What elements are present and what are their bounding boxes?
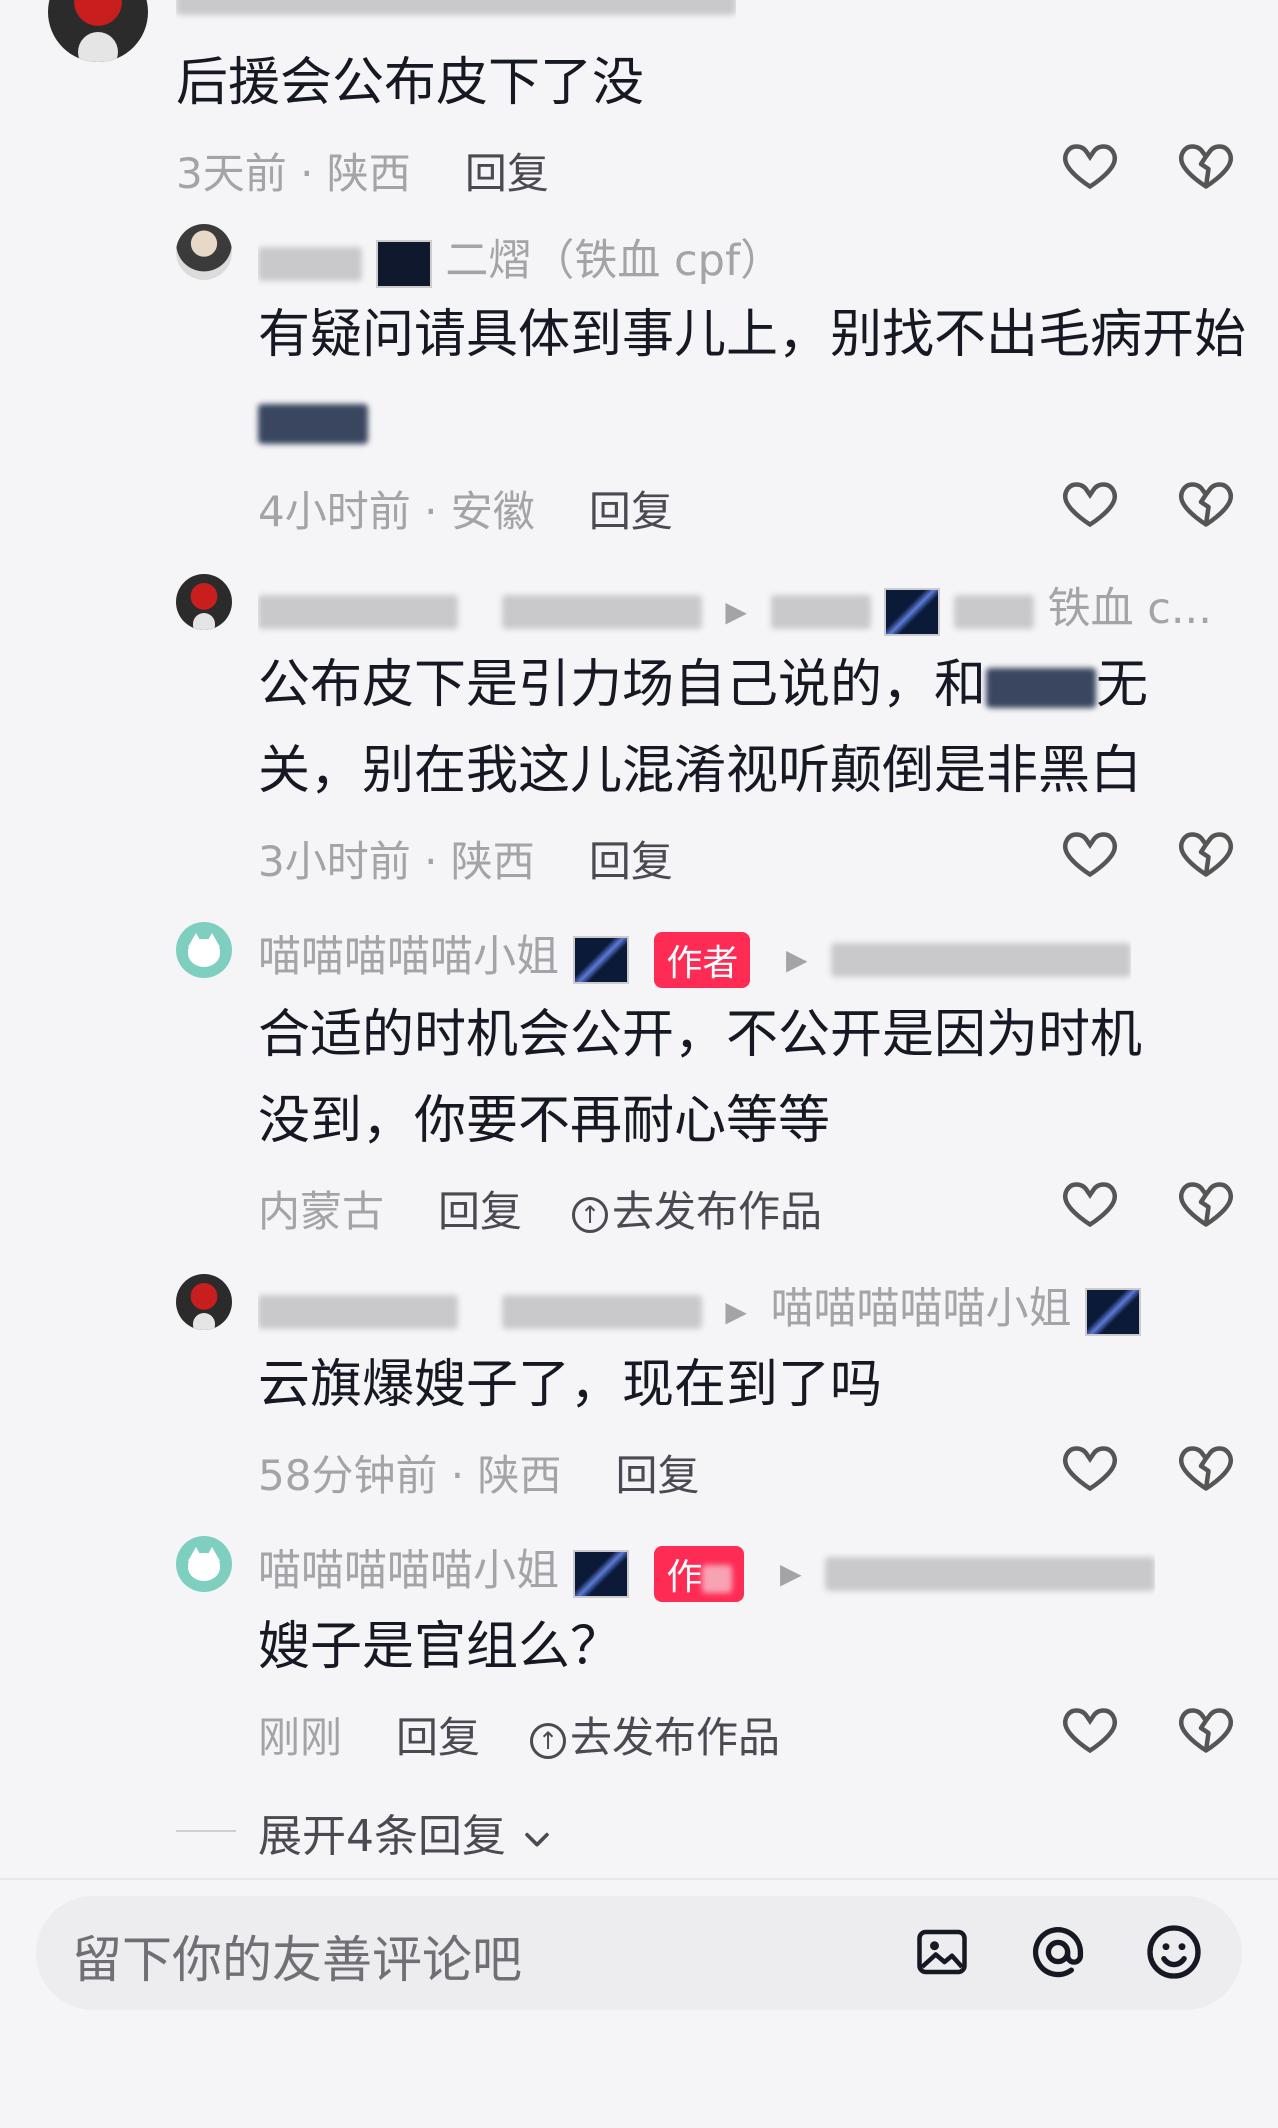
comment-text: 公布皮下是引力场自己说的，和 无 关，别在我这儿混淆视听颠倒是非黑白: [258, 642, 1268, 814]
comment-meta: 3小时前 · 陕西 回复: [258, 828, 673, 889]
expand-replies-label: 展开4条回复: [258, 1811, 506, 1862]
heart-icon[interactable]: [1060, 822, 1120, 882]
reply-button[interactable]: 回复: [438, 1187, 522, 1236]
timestamp: 3天前: [176, 149, 287, 198]
comment-line-2: 关，别在我这儿混淆视听颠倒是非黑白: [258, 741, 1143, 801]
chevron-down-icon: [525, 1832, 549, 1847]
heart-icon[interactable]: [1060, 1436, 1120, 1496]
reply-arrow-icon: ▶: [786, 943, 808, 976]
username[interactable]: 二熠（铁血 cpf）: [258, 226, 783, 288]
username[interactable]: ▶ 喵喵喵喵喵小姐: [258, 1274, 1142, 1336]
broken-heart-icon[interactable]: [1176, 472, 1236, 532]
reply-button[interactable]: 回复: [589, 837, 673, 886]
timestamp: 3小时前: [258, 837, 411, 886]
heart-icon[interactable]: [1060, 134, 1120, 194]
broken-heart-icon[interactable]: [1176, 822, 1236, 882]
comment-meta: 3天前 · 陕西 回复: [176, 140, 549, 201]
broken-heart-icon[interactable]: [1176, 1436, 1236, 1496]
image-icon[interactable]: [912, 1922, 972, 1982]
reply-button[interactable]: 回复: [589, 487, 673, 536]
comment-text: 云旗爆嫂子了，现在到了吗: [258, 1355, 883, 1415]
expand-divider: [176, 1830, 236, 1832]
upload-icon: ↑: [530, 1722, 567, 1759]
avatar[interactable]: [176, 574, 232, 630]
badge-image: [572, 935, 629, 984]
location: 陕西: [477, 1451, 562, 1500]
comment-text: 合适的时机会公开，不公开是因为时机 没到，你要不再耐心等等: [258, 992, 1268, 1164]
upload-icon: ↑: [572, 1196, 609, 1233]
comment-text-content: 有疑问请具体到事儿上，别找不出毛病开始: [258, 305, 1247, 365]
emoji-icon[interactable]: [1142, 1920, 1206, 1984]
comment-meta: 内蒙古 回复 ↑ 去发布作品: [258, 1178, 822, 1239]
username-suffix: 二熠（铁血 cpf）: [445, 236, 784, 286]
heart-icon[interactable]: [1060, 472, 1120, 532]
comment-text: 有疑问请具体到事儿上，别找不出毛病开始: [258, 292, 1268, 464]
comment-line-2: 没到，你要不再耐心等等: [258, 1091, 831, 1151]
comment-line-1: 合适的时机会公开，不公开是因为时机: [258, 1005, 1143, 1065]
expand-replies-button[interactable]: 展开4条回复: [258, 1800, 554, 1864]
location: 安徽: [450, 487, 535, 536]
reply-arrow-icon: ▶: [780, 1557, 802, 1590]
reply-button[interactable]: 回复: [465, 149, 549, 198]
broken-heart-icon[interactable]: [1176, 134, 1236, 194]
avatar[interactable]: [176, 224, 232, 280]
publish-label: 去发布作品: [570, 1713, 781, 1762]
timestamp: 刚刚: [258, 1713, 343, 1762]
avatar[interactable]: [176, 1274, 232, 1330]
separator: ·: [437, 1451, 478, 1500]
avatar[interactable]: [176, 922, 232, 978]
reply-to-username: 喵喵喵喵喵小姐: [770, 1284, 1072, 1334]
username-text: 喵喵喵喵喵小姐: [258, 1546, 559, 1596]
timestamp: 58分钟前: [258, 1451, 438, 1500]
separator: ·: [410, 837, 451, 886]
badge-image: [884, 587, 941, 636]
author-badge: 作: [654, 1545, 745, 1602]
badge-image: [572, 1549, 629, 1598]
comment-text: 后援会公布皮下了没: [176, 53, 645, 113]
publish-work-button[interactable]: ↑ 去发布作品: [530, 1713, 780, 1762]
reply-button[interactable]: 回复: [616, 1451, 700, 1500]
location: 陕西: [326, 149, 411, 198]
username[interactable]: 喵喵喵喵喵小姐 作者 ▶: [258, 922, 1132, 988]
reply-arrow-icon: ▶: [725, 1295, 747, 1328]
location: 内蒙古: [258, 1187, 385, 1236]
redacted-text: [258, 404, 368, 444]
username-suffix: 铁血 c...: [1047, 584, 1212, 634]
broken-heart-icon[interactable]: [1176, 1172, 1236, 1232]
reply-button[interactable]: 回复: [396, 1713, 480, 1762]
separator: ·: [410, 487, 451, 536]
publish-work-button[interactable]: ↑ 去发布作品: [572, 1187, 822, 1236]
reply-arrow-icon: ▶: [725, 595, 747, 628]
comment-line-1-end: 无: [1096, 655, 1149, 715]
comment-meta: 刚刚 回复 ↑ 去发布作品: [258, 1704, 780, 1765]
username[interactable]: ▶ 铁血 c...: [258, 574, 1212, 636]
comment-line-1: 公布皮下是引力场自己说的，和: [258, 655, 987, 715]
at-icon[interactable]: [1026, 1920, 1090, 1984]
username-text: 喵喵喵喵喵小姐: [258, 932, 559, 982]
broken-heart-icon[interactable]: [1176, 1698, 1236, 1758]
avatar[interactable]: [176, 1536, 232, 1592]
heart-icon[interactable]: [1060, 1172, 1120, 1232]
heart-icon[interactable]: [1060, 1698, 1120, 1758]
comment-input-placeholder: 留下你的友善评论吧: [72, 1931, 522, 1989]
location: 陕西: [450, 837, 535, 886]
timestamp: 4小时前: [258, 487, 411, 536]
badge-image: [1085, 1287, 1142, 1336]
publish-label: 去发布作品: [612, 1187, 823, 1236]
separator: ·: [286, 149, 327, 198]
comment-meta: 58分钟前 · 陕西 回复: [258, 1442, 700, 1503]
comment-meta: 4小时前 · 安徽 回复: [258, 478, 673, 539]
avatar[interactable]: [48, 0, 148, 62]
badge-image: [375, 239, 432, 288]
author-badge: 作者: [654, 931, 751, 988]
author-badge-label: 作: [666, 1556, 703, 1598]
username[interactable]: 喵喵喵喵喵小姐 作 ▶: [258, 1536, 1156, 1602]
redacted-text: [986, 668, 1097, 708]
comment-text: 嫂子是官组么？: [258, 1617, 623, 1677]
username-blurred[interactable]: [176, 0, 736, 20]
